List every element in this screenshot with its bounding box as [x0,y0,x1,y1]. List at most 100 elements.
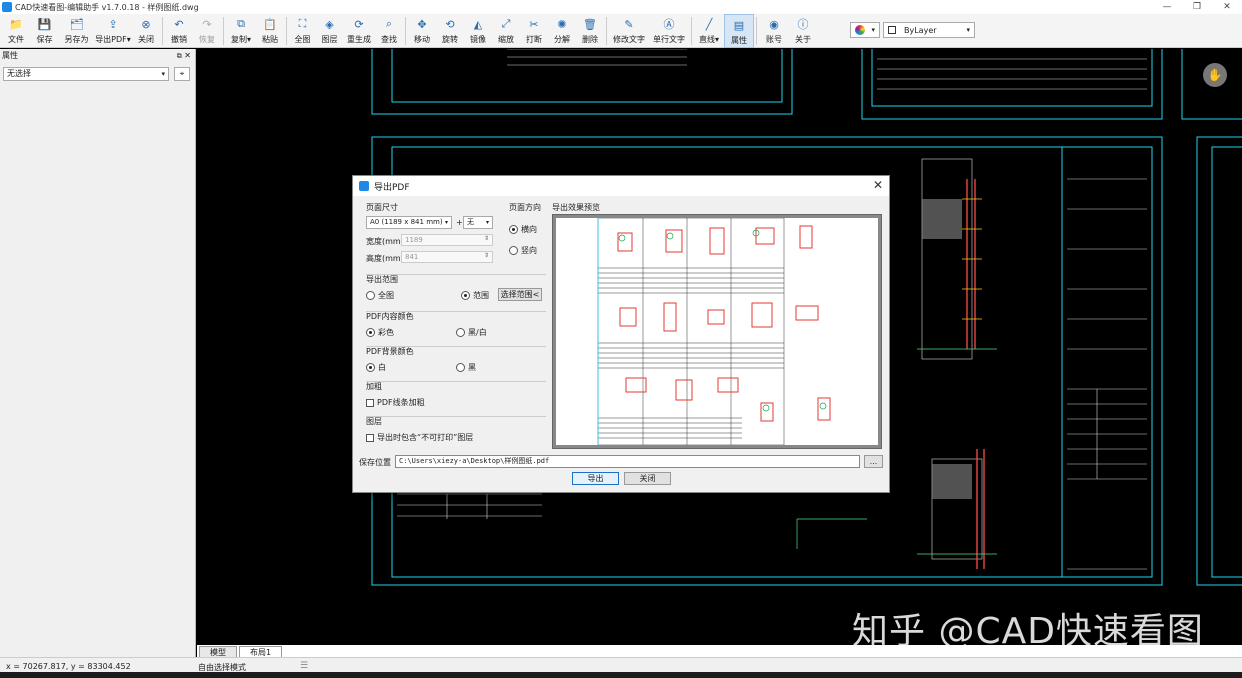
bold-label: 加粗 [366,382,382,391]
bw-radio[interactable]: 黑/白 [456,327,487,338]
toolbar-label: 修改文字 [613,35,645,44]
toolbar-button-edit-text[interactable]: ✎ 修改文字 [609,14,649,48]
dialog-title: 导出PDF [374,182,410,193]
watermark: 知乎 @CAD快速看图 [852,611,1204,652]
toolbar-button-text[interactable]: Ⓐ 单行文字 [649,14,689,48]
export-pdf-dialog: 导出PDF ✕ 页面尺寸 A0 (1189 x 841 mm) ▾ + 无 ▾ 宽度… [352,175,890,493]
layer-combo[interactable]: ByLayer ▾ [883,22,975,38]
pin-icon[interactable]: ⧉ [177,52,182,60]
save-as-icon: 🗂 [69,17,84,31]
toolbar-button-rotate[interactable]: ⟲ 旋转 [436,14,464,48]
range-window-radio[interactable]: 范围 [461,290,489,301]
dialog-close-icon[interactable]: ✕ [873,178,883,192]
minimize-button[interactable]: — [1152,0,1182,14]
toolbar-button-close-circle[interactable]: ⊗ 关闭 [132,14,160,48]
paper-size-dropdown[interactable]: A0 (1189 x 841 mm) ▾ [366,216,452,229]
toolbar-label: 分解 [554,35,570,44]
toolbar-button-folder[interactable]: 📁 文件 [2,14,30,48]
toolbar-button-save[interactable]: 💾 保存 [30,14,59,48]
toolbar-separator [223,17,224,45]
toolbar-button-scale[interactable]: ⤢ 缩放 [492,14,520,48]
toolbar-label: 查找 [381,35,397,44]
plus-label: + [456,218,463,227]
toolbar-button-delete[interactable]: 🗑 删除 [576,14,604,48]
bold-lines-checkbox[interactable]: PDF线条加粗 [366,397,425,408]
fit-all-icon: ⛶ [298,17,307,30]
save-path-input[interactable]: C:\Users\xiezy-a\Desktop\样例图纸.pdf [395,455,860,468]
window-title: CAD快速看图-编辑助手 v1.7.0.18 - 样例图纸.dwg [15,2,199,12]
toolbar-button-redo[interactable]: ↷ 恢复 [193,14,221,48]
toolbar-label: 粘贴 [262,35,278,44]
toolbar-label: 图层 [321,35,338,44]
save-location-label: 保存位置 [359,458,391,467]
toolbar-label: 关于 [795,35,811,44]
toolbar-button-explode[interactable]: ✺ 分解 [548,14,576,48]
folder-icon: 📁 [9,17,23,31]
portrait-radio[interactable]: 竖向 [509,245,537,256]
toolbar-button-fit-all[interactable]: ⛶ 全图 [289,14,316,48]
range-label: 导出范围 [366,275,398,284]
range-all-radio[interactable]: 全图 [366,290,394,301]
tab-model[interactable]: 模型 [199,646,237,657]
account-icon: ◉ [769,17,779,31]
black-bg-radio[interactable]: 黑 [456,362,476,373]
height-field[interactable]: 841 ⇕ [401,251,493,263]
toolbar-button-line[interactable]: ╱ 直线▾ [694,14,724,48]
non-printable-layers-checkbox[interactable]: 导出时包含“不可打印”图层 [366,432,473,443]
export-button[interactable]: 导出 [572,472,619,485]
toolbar-button-undo[interactable]: ↶ 撤销 [165,14,193,48]
tab-layout1[interactable]: 布局1 [239,646,283,657]
preview-label: 导出效果预览 [552,203,600,212]
toolbar-button-layers[interactable]: ◈ 图层 [316,14,343,48]
panel-close-icon[interactable]: ✕ [184,51,191,60]
toolbar-label: 文件 [8,35,24,44]
content-color-label: PDF内容颜色 [366,312,414,321]
toolbar-button-save-as[interactable]: 🗂 另存为 [59,14,94,48]
move-icon: ✥ [417,17,427,31]
pdf-icon [359,181,369,191]
toolbar-label: 镜像 [470,35,486,44]
toolbar-label: 保存 [36,35,53,44]
dialog-title-bar: 导出PDF [353,176,889,196]
toolbar-button-regen[interactable]: ⟳ 重生成 [343,14,375,48]
app-icon [2,2,12,12]
pan-hand-button[interactable]: ✋ [1203,63,1227,87]
toolbar-button-paste[interactable]: 📋 粘贴 [256,14,284,48]
export-preview [552,214,882,449]
panel-title: 属性 [2,51,18,60]
quick-select-button[interactable]: ⌖ [174,67,190,81]
width-label: 宽度(mm) [366,237,404,246]
text-icon: Ⓐ [663,18,675,31]
toolbar-label: 旋转 [442,35,458,44]
close-window-button[interactable]: ✕ [1212,0,1242,14]
toolbar-separator [162,17,163,45]
toolbar-button-mirror[interactable]: ◭ 镜像 [464,14,492,48]
selection-dropdown[interactable]: 无选择 ▾ [3,67,169,81]
command-icon[interactable]: ☰ [300,661,308,671]
toolbar-button-move[interactable]: ✥ 移动 [408,14,436,48]
toolbar-button-account[interactable]: ◉ 账号 [759,14,789,48]
edit-text-icon: ✎ [624,17,634,31]
toolbar-button-properties[interactable]: ▤ 属性 [724,14,754,48]
toolbar-separator [756,17,757,45]
width-field[interactable]: 1189 ⇕ [401,234,493,246]
white-bg-radio[interactable]: 白 [366,362,386,373]
maximize-button[interactable]: ❐ [1182,0,1212,14]
landscape-radio[interactable]: 横向 [509,224,537,235]
close-dialog-button[interactable]: 关闭 [624,472,671,485]
browse-button[interactable]: ... [864,455,883,468]
toolbar-label: 缩放 [498,35,514,44]
margin-dropdown[interactable]: 无 ▾ [463,216,493,229]
toolbar-label: 删除 [582,35,598,44]
color-radio[interactable]: 彩色 [366,327,394,338]
toolbar-button-find[interactable]: ⌕ 查找 [375,14,403,48]
toolbar-button-break[interactable]: ✂ 打断 [520,14,548,48]
toolbar-label: 撤销 [171,35,187,44]
toolbar: 📁 文件 💾 保存 🗂 另存为 ⇪ 导出PDF▾ ⊗ 关闭 ↶ 撤销 ↷ 恢复 ⧉ 复制▾ 📋 粘贴 ⛶ 全图 ◈ 图层 ⟳… [0,14,1242,48]
color-combo[interactable]: ▾ [850,22,880,38]
toolbar-button-copy[interactable]: ⧉ 复制▾ [226,14,256,48]
toolbar-button-info[interactable]: ⓘ 关于 [789,14,817,48]
toolbar-button-export-pdf[interactable]: ⇪ 导出PDF▾ [94,14,132,48]
close-circle-icon: ⊗ [141,17,151,31]
select-range-button[interactable]: 选择范围< [498,288,542,301]
